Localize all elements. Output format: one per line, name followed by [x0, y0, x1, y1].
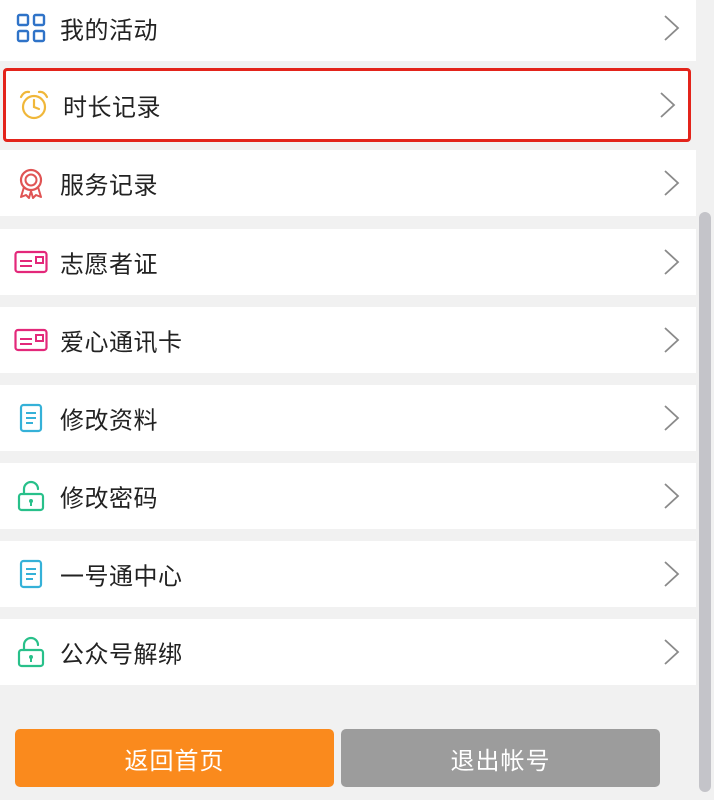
menu-item-service-record[interactable]: 服务记录 [0, 150, 696, 216]
chevron-right-icon [664, 639, 680, 665]
unlock-icon [14, 479, 48, 513]
menu-item-label: 爱心通讯卡 [60, 328, 183, 357]
scrollbar-thumb[interactable] [699, 212, 711, 792]
menu-item-edit-profile[interactable]: 修改资料 [0, 385, 696, 451]
chevron-right-icon [660, 92, 676, 118]
menu-item-duration-record[interactable]: 时长记录 [3, 68, 691, 142]
menu-item-label: 我的活动 [60, 16, 158, 45]
chevron-right-icon [664, 561, 680, 587]
card-icon [14, 323, 48, 357]
menu-item-unbind-official-account[interactable]: 公众号解绑 [0, 619, 696, 685]
menu-item-label: 修改密码 [60, 484, 158, 513]
back-to-home-button[interactable]: 返回首页 [15, 729, 334, 787]
grid-icon [14, 11, 48, 45]
chevron-right-icon [664, 15, 680, 41]
chevron-right-icon [664, 249, 680, 275]
menu-item-label: 服务记录 [60, 171, 158, 200]
menu-item-label: 修改资料 [60, 406, 158, 435]
menu-item-love-card[interactable]: 爱心通讯卡 [0, 307, 696, 373]
award-ribbon-icon [14, 166, 48, 200]
unlock-icon [14, 635, 48, 669]
menu-item-volunteer-card[interactable]: 志愿者证 [0, 229, 696, 295]
menu-item-change-password[interactable]: 修改密码 [0, 463, 696, 529]
chevron-right-icon [664, 405, 680, 431]
menu-item-label: 时长记录 [63, 93, 161, 122]
document-icon [14, 557, 48, 591]
page: 我的活动 时长记录 服务记录 志愿者证 爱心通讯卡 修改资料 修改密码 一号通中… [0, 0, 714, 800]
alarm-clock-icon [17, 88, 51, 122]
menu-item-label: 一号通中心 [60, 562, 183, 591]
menu-item-label: 公众号解绑 [60, 640, 183, 669]
chevron-right-icon [664, 483, 680, 509]
card-icon [14, 245, 48, 279]
menu-item-my-activities[interactable]: 我的活动 [0, 0, 696, 61]
chevron-right-icon [664, 327, 680, 353]
menu-item-one-pass-center[interactable]: 一号通中心 [0, 541, 696, 607]
chevron-right-icon [664, 170, 680, 196]
document-icon [14, 401, 48, 435]
logout-button[interactable]: 退出帐号 [341, 729, 660, 787]
menu-item-label: 志愿者证 [60, 250, 158, 279]
